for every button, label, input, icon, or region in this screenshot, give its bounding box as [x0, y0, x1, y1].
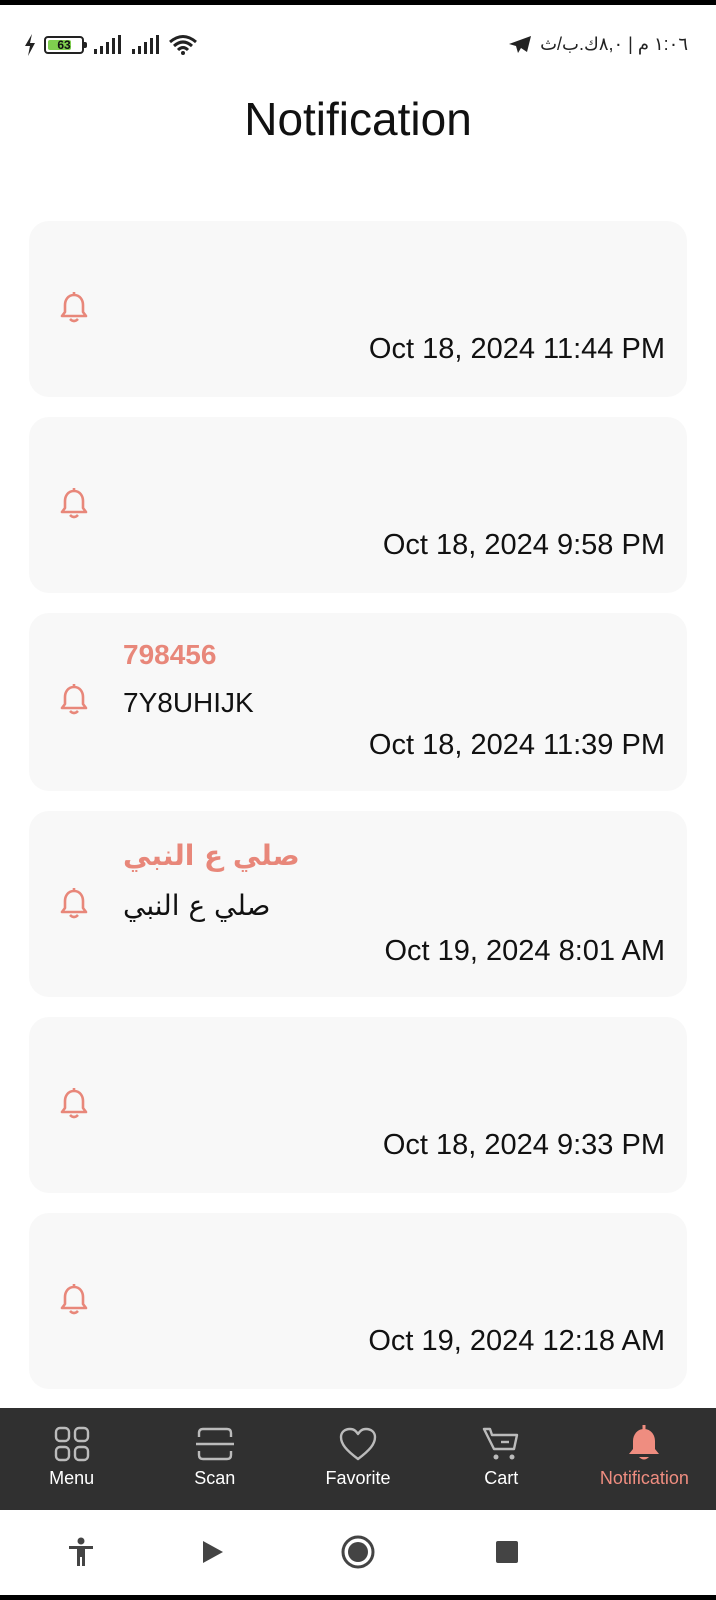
bell-icon — [57, 291, 91, 325]
battery-indicator: 63 — [44, 36, 87, 54]
screen-frame-top — [0, 0, 716, 5]
notification-body: صلي ع النبي — [123, 889, 271, 922]
notification-date: Oct 18, 2024 11:44 PM — [368, 333, 665, 365]
time-text: ١:٠٦ م | ٨,٠ك.ب/ث — [540, 34, 688, 54]
notification-date: Oct 18, 2024 9:33 PM — [382, 1129, 665, 1161]
notification-card[interactable]: Oct 19, 2024 12:18 AM — [29, 1213, 687, 1389]
notification-title: صلي ع النبي — [123, 839, 300, 872]
nav-item-favorite[interactable]: Favorite — [286, 1408, 429, 1510]
nav-label: Menu — [49, 1468, 95, 1488]
signal-icon-2 — [132, 35, 159, 54]
notification-card[interactable]: Oct 18, 2024 11:44 PM — [29, 221, 687, 397]
notification-date: Oct 19, 2024 8:01 AM — [384, 935, 665, 967]
notification-list: Oct 18, 2024 11:44 PM Oct 18, 2024 9:58 … — [29, 221, 687, 1409]
system-nav-bar — [0, 1510, 716, 1595]
grid-icon — [52, 1424, 92, 1464]
home-icon[interactable] — [338, 1532, 378, 1572]
scan-icon — [195, 1424, 235, 1464]
bell-icon — [57, 1283, 91, 1317]
play-icon[interactable] — [192, 1532, 232, 1572]
notification-card[interactable]: Oct 18, 2024 9:33 PM — [29, 1017, 687, 1193]
cart-icon — [481, 1424, 521, 1464]
notification-title: 798456 — [123, 639, 217, 670]
bell-icon — [624, 1424, 664, 1464]
nav-label: Scan — [194, 1468, 236, 1488]
notification-card[interactable]: 798456 7Y8UHIJK Oct 18, 2024 11:39 PM — [29, 613, 687, 791]
notification-date: Oct 18, 2024 9:58 PM — [382, 529, 665, 561]
notification-card[interactable]: Oct 18, 2024 9:58 PM — [29, 417, 687, 593]
charging-icon — [25, 34, 35, 56]
wifi-icon — [169, 35, 197, 55]
accessibility-icon[interactable] — [61, 1532, 101, 1572]
status-icons: 63 — [24, 34, 198, 56]
notification-card[interactable]: صلي ع النبي صلي ع النبي Oct 19, 2024 8:0… — [29, 811, 687, 997]
nav-item-menu[interactable]: Menu — [0, 1408, 143, 1510]
page-title: Notification — [244, 93, 472, 145]
notification-date: Oct 18, 2024 11:39 PM — [368, 729, 665, 761]
nav-item-scan[interactable]: Scan — [143, 1408, 286, 1510]
nav-item-notification[interactable]: Notification — [573, 1408, 716, 1510]
nav-label: Notification — [599, 1468, 689, 1488]
nav-label: Favorite — [325, 1468, 391, 1488]
bottom-nav: Menu Scan Favorite Cart Notification — [0, 1408, 716, 1510]
notification-date: Oct 19, 2024 12:18 AM — [368, 1325, 665, 1357]
status-time: ١:٠٦ م | ٨,٠ك.ب/ث — [508, 34, 688, 55]
telegram-icon — [509, 35, 532, 53]
signal-icon — [94, 35, 121, 54]
heart-icon — [338, 1424, 378, 1464]
recents-icon[interactable] — [487, 1532, 527, 1572]
bell-icon — [57, 887, 91, 921]
bell-icon — [57, 487, 91, 521]
nav-label: Cart — [484, 1468, 519, 1488]
battery-percent: 63 — [57, 38, 71, 52]
notification-body: 7Y8UHIJK — [123, 687, 254, 718]
bell-icon — [57, 683, 91, 717]
bell-icon — [57, 1087, 91, 1121]
status-bar: 63 ١:٠٦ م | ٨,٠ك.ب/ث — [0, 30, 716, 64]
nav-item-cart[interactable]: Cart — [430, 1408, 573, 1510]
screen-frame-bottom — [0, 1595, 716, 1600]
